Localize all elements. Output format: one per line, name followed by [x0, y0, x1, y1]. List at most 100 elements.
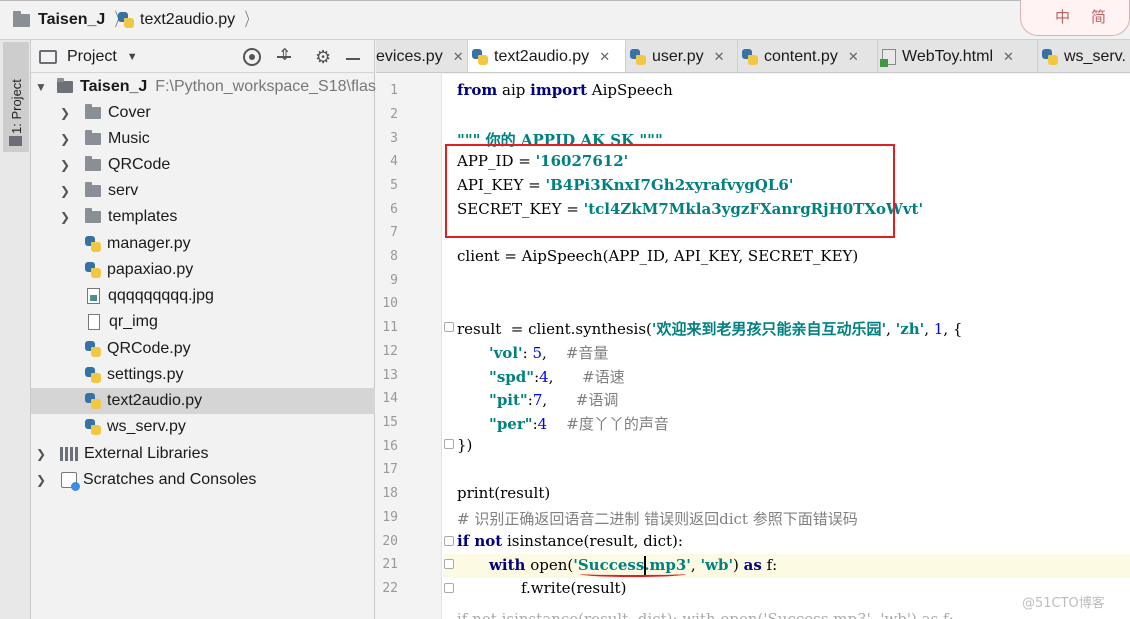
hide-panel-icon[interactable]	[346, 58, 360, 60]
tree-file-text2audio[interactable]: text2audio.py	[31, 388, 375, 414]
tree-folder-cover[interactable]: ❯ Cover	[31, 100, 375, 126]
image-file-icon	[87, 288, 100, 304]
fold-marker-icon[interactable]	[444, 322, 454, 332]
code-editor[interactable]: 1 2 3 4 5 6 7 8 9 10 11 12 13 14 15 16 1…	[376, 74, 1130, 619]
folder-icon	[85, 130, 101, 145]
html-file-icon	[880, 48, 896, 67]
ime-mode[interactable]: 中	[1055, 6, 1070, 27]
tree-root[interactable]: ▼ Taisen_J F:\Python_workspace_S18\flask	[31, 74, 384, 100]
chevron-right-icon[interactable]: ❯	[35, 473, 47, 487]
chevron-right-icon[interactable]: ❯	[59, 132, 71, 146]
close-icon[interactable]: ✕	[599, 49, 610, 65]
code-line-14: "pit":7, #语调	[489, 389, 618, 410]
chevron-right-icon[interactable]: ❯	[59, 184, 71, 198]
tab-label: ws_serv.	[1064, 47, 1126, 65]
python-file-icon	[1042, 48, 1058, 65]
line-number: 21	[382, 557, 398, 572]
root-path: F:\Python_workspace_S18\flask	[155, 78, 384, 95]
fold-marker-icon[interactable]	[444, 536, 454, 546]
tree-file-qr-img[interactable]: qr_img	[31, 309, 375, 335]
string-literal: 'vol'	[489, 344, 523, 362]
line-number: 4	[390, 154, 398, 169]
code-line-1: from aip import AipSpeech	[457, 81, 673, 99]
tree-label: External Libraries	[84, 445, 209, 462]
tree-label: QRCode.py	[107, 340, 191, 357]
tree-external-libraries[interactable]: ❯ External Libraries	[31, 441, 375, 467]
fold-marker-icon[interactable]	[444, 559, 454, 569]
string-literal: 'wb'	[700, 556, 734, 574]
tree-folder-serv[interactable]: ❯ serv	[31, 178, 375, 204]
breadcrumb-project[interactable]: Taisen_J 〉	[13, 9, 129, 31]
code-line-20: if not isinstance(result, dict):	[457, 532, 683, 550]
project-tool-tab[interactable]: 1: Project	[3, 42, 29, 152]
tab-text2audio[interactable]: text2audio.py ✕	[468, 40, 626, 72]
gear-icon[interactable]: ⚙	[315, 48, 333, 66]
code-text: f:	[761, 556, 778, 574]
python-file-icon	[85, 393, 101, 409]
tree-file-manager[interactable]: manager.py	[31, 231, 375, 257]
string-literal: '欢迎来到老男孩只能亲自互动乐园'	[651, 320, 887, 338]
close-icon[interactable]: ✕	[714, 49, 725, 65]
tree-label: text2audio.py	[107, 392, 203, 409]
tree-scratches[interactable]: ❯ Scratches and Consoles	[31, 467, 375, 493]
tree-label: manager.py	[107, 235, 191, 252]
close-icon[interactable]: ✕	[1003, 49, 1014, 65]
close-icon[interactable]: ✕	[848, 49, 859, 65]
fold-marker-icon[interactable]	[444, 583, 454, 593]
tab-devices[interactable]: evices.py ✕	[376, 40, 468, 72]
line-number: 1	[390, 83, 398, 98]
tab-content[interactable]: content.py ✕	[738, 40, 878, 72]
tree-file-ws-serv[interactable]: ws_serv.py	[31, 414, 375, 440]
dropdown-arrow-icon: ▼	[126, 51, 138, 63]
line-number: 10	[382, 296, 398, 311]
tree-file-image[interactable]: qqqqqqqqq.jpg	[31, 283, 375, 309]
project-view-selector[interactable]: Project ▼	[39, 48, 138, 66]
locate-file-icon[interactable]	[243, 48, 261, 66]
chevron-right-icon[interactable]: ❯	[59, 210, 71, 224]
folder-icon	[13, 10, 30, 27]
tree-file-qrcode-py[interactable]: QRCode.py	[31, 336, 375, 362]
tree-label: qqqqqqqqq.jpg	[108, 287, 214, 304]
string-literal: 'zh'	[895, 320, 925, 338]
tree-folder-music[interactable]: ❯ Music	[31, 126, 375, 152]
line-number: 22	[382, 581, 398, 596]
tree-label: Cover	[108, 104, 151, 121]
folder-icon	[85, 182, 101, 197]
comment: #度丫丫的声音	[566, 415, 669, 433]
tab-label: WebToy.html	[902, 47, 993, 65]
tree-label: templates	[108, 208, 178, 225]
tab-user[interactable]: user.py ✕	[626, 40, 738, 72]
watermark: @51CTO博客	[1022, 596, 1105, 611]
close-icon[interactable]: ✕	[453, 49, 464, 65]
fold-marker-icon[interactable]	[444, 439, 454, 449]
line-number: 20	[382, 534, 398, 549]
tab-label: user.py	[652, 47, 704, 65]
line-number: 8	[390, 249, 398, 264]
tree-folder-templates[interactable]: ❯ templates	[31, 204, 375, 230]
breadcrumb-file[interactable]: text2audio.py 〉	[118, 9, 259, 31]
line-number: 13	[382, 368, 398, 383]
ime-widget[interactable]: 中 简	[1020, 0, 1130, 36]
code-text: ,	[924, 320, 934, 338]
tab-ws-serv[interactable]: ws_serv.	[1038, 40, 1130, 72]
tree-file-settings[interactable]: settings.py	[31, 362, 375, 388]
string-literal: "pit"	[489, 391, 528, 409]
folder-icon	[85, 104, 101, 119]
python-file-icon	[472, 49, 488, 65]
chevron-right-icon[interactable]: ❯	[59, 106, 71, 120]
chevron-down-icon[interactable]: ▼	[35, 80, 47, 94]
tree-folder-qrcode[interactable]: ❯ QRCode	[31, 152, 375, 178]
code-line-11: result = client.synthesis('欢迎来到老男孩只能亲自互动…	[457, 318, 962, 339]
ime-variant[interactable]: 简	[1091, 6, 1106, 27]
collapse-all-icon[interactable]	[275, 45, 293, 66]
scratches-icon	[61, 472, 80, 491]
tab-webtoy[interactable]: WebToy.html ✕	[878, 40, 1038, 72]
folder-icon	[85, 208, 101, 223]
chevron-right-icon[interactable]: ❯	[59, 158, 71, 172]
chevron-right-icon[interactable]: ❯	[35, 447, 47, 461]
tree-file-papaxiao[interactable]: papaxiao.py	[31, 257, 375, 283]
root-name: Taisen_J	[80, 78, 148, 95]
navigation-bar: Taisen_J 〉 text2audio.py 〉	[0, 0, 1130, 40]
python-file-icon	[85, 262, 101, 278]
